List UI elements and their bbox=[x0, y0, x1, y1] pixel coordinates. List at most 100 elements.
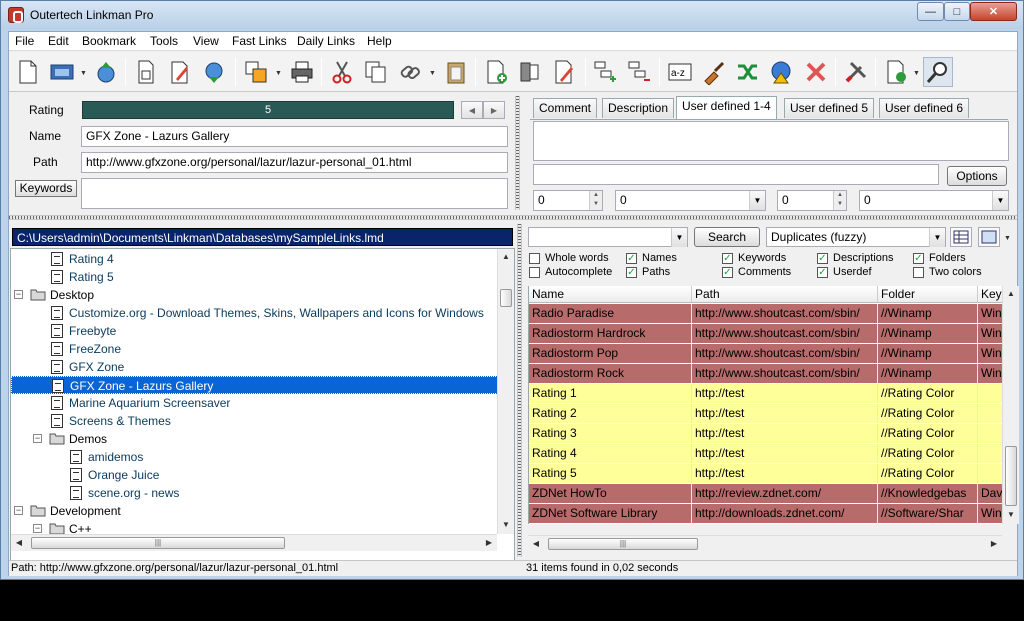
userdef-combo-1[interactable]: 0 ▼ bbox=[615, 190, 766, 211]
collapse-icon[interactable]: − bbox=[33, 434, 42, 443]
tools-icon[interactable] bbox=[841, 57, 871, 87]
tab-user-defined-1-4[interactable]: User defined 1-4 bbox=[676, 96, 777, 119]
table-row[interactable]: Radiostorm Hardrock http://www.shoutcast.… bbox=[529, 324, 1002, 344]
table-row[interactable]: Radiostorm Rock http://www.shoutcast.com/… bbox=[529, 364, 1002, 384]
vertical-splitter[interactable] bbox=[515, 96, 520, 210]
upload-icon[interactable] bbox=[91, 57, 121, 87]
options-button[interactable]: Options bbox=[947, 166, 1007, 186]
print-preview-icon[interactable] bbox=[131, 57, 161, 87]
new-file-icon[interactable] bbox=[13, 57, 43, 87]
minimize-button[interactable]: — bbox=[917, 2, 944, 21]
tab-description[interactable]: Description bbox=[602, 98, 675, 118]
remove-folder-icon[interactable] bbox=[625, 57, 655, 87]
maximize-button[interactable]: □ bbox=[944, 2, 970, 21]
add-folder-icon[interactable] bbox=[515, 57, 545, 87]
name-field[interactable]: GFX Zone - Lazurs Gallery bbox=[81, 126, 508, 147]
results-vertical-scrollbar[interactable]: ▲ ▼ bbox=[1002, 286, 1019, 524]
scrollbar-thumb[interactable] bbox=[1005, 446, 1017, 506]
results-table[interactable]: Name Path Folder Key Radio Paradise http:… bbox=[528, 286, 1002, 524]
grid-view-icon[interactable] bbox=[950, 227, 972, 247]
tree-item[interactable]: amidemos bbox=[70, 448, 143, 466]
results-horizontal-scrollbar[interactable]: ◀ ||| ▶ bbox=[528, 535, 1002, 552]
tree-item[interactable]: Freebyte bbox=[51, 322, 116, 340]
userdef-text-2[interactable] bbox=[533, 164, 939, 185]
edit-icon[interactable] bbox=[165, 57, 195, 87]
spin-arrows-icon[interactable]: ▲ ▼ bbox=[589, 191, 602, 210]
close-button[interactable]: ✕ bbox=[970, 2, 1017, 21]
userdef-text-1[interactable] bbox=[533, 121, 1009, 161]
tree-item[interactable]: FreeZone bbox=[51, 340, 121, 358]
table-row[interactable]: ZDNet HowTo http://review.zdnet.com///Kno… bbox=[529, 484, 1002, 504]
search-button[interactable]: Search bbox=[694, 227, 760, 247]
rating-decrease-button[interactable]: ◀ bbox=[461, 101, 483, 119]
view-dropdown-icon[interactable]: ▼ bbox=[1004, 235, 1011, 242]
menu-bookmark[interactable]: Bookmark bbox=[82, 34, 136, 48]
tree-item[interactable]: scene.org - news bbox=[70, 484, 179, 502]
table-row[interactable]: Rating 1 http://test//Rating Color bbox=[529, 384, 1002, 404]
tree-item[interactable]: Customize.org - Download Themes, Skins, … bbox=[51, 304, 484, 322]
chevron-down-icon[interactable]: ▼ bbox=[671, 228, 687, 247]
table-row[interactable]: Radiostorm Pop http://www.shoutcast.com/s… bbox=[529, 344, 1002, 364]
search-input[interactable]: ▼ bbox=[528, 227, 688, 247]
keywords-button[interactable]: Keywords bbox=[15, 180, 77, 197]
userdef-number-2[interactable]: 0 ▲ ▼ bbox=[777, 190, 847, 211]
menu-fast-links[interactable]: Fast Links bbox=[232, 34, 287, 48]
checkbox-box[interactable]: ✓ bbox=[722, 253, 733, 264]
scrollbar-thumb[interactable]: ||| bbox=[548, 538, 698, 550]
tree-item[interactable]: Marine Aquarium Screensaver bbox=[51, 394, 230, 412]
scroll-right-icon[interactable]: ▶ bbox=[481, 535, 497, 551]
vertical-splitter[interactable] bbox=[517, 224, 522, 557]
tree-item[interactable]: Orange Juice bbox=[70, 466, 159, 484]
menu-help[interactable]: Help bbox=[367, 34, 392, 48]
table-row[interactable]: Rating 3 http://test//Rating Color bbox=[529, 424, 1002, 444]
shuffle-icon[interactable] bbox=[733, 57, 763, 87]
table-row[interactable]: Rating 2 http://test//Rating Color bbox=[529, 404, 1002, 424]
collapse-icon[interactable]: − bbox=[14, 506, 23, 515]
download-icon[interactable] bbox=[199, 57, 229, 87]
list-view-icon[interactable] bbox=[978, 227, 1000, 247]
title-bar[interactable]: Outertech Linkman Pro — □ ✕ bbox=[1, 1, 1023, 29]
chevron-down-icon[interactable]: ▼ bbox=[749, 191, 765, 210]
column-header-folder[interactable]: Folder bbox=[878, 286, 978, 303]
open-dropdown-icon[interactable]: ▼ bbox=[80, 70, 87, 77]
rating-bar[interactable]: 5 bbox=[82, 101, 454, 119]
checkbox-box[interactable] bbox=[913, 267, 924, 278]
export-dropdown-icon[interactable]: ▼ bbox=[913, 70, 920, 77]
checkbox-box[interactable]: ✓ bbox=[722, 267, 733, 278]
path-field[interactable]: http://www.gfxzone.org/personal/lazur/la… bbox=[81, 152, 508, 173]
menu-tools[interactable]: Tools bbox=[150, 34, 178, 48]
horizontal-splitter[interactable] bbox=[9, 215, 1017, 220]
checkbox-box[interactable]: ✓ bbox=[817, 253, 828, 264]
table-row[interactable]: Rating 5 http://test//Rating Color bbox=[529, 464, 1002, 484]
copy-icon[interactable] bbox=[361, 57, 391, 87]
find-icon[interactable] bbox=[923, 57, 953, 87]
tree-horizontal-scrollbar[interactable]: ◀ ||| ▶ bbox=[11, 534, 497, 551]
tree-item-selected[interactable]: GFX Zone - Lazurs Gallery bbox=[11, 376, 498, 394]
table-row[interactable]: ZDNet Software Library http://downloads.z… bbox=[529, 504, 1002, 524]
link-icon[interactable] bbox=[395, 57, 425, 87]
menu-file[interactable]: File bbox=[15, 34, 34, 48]
check-links-icon[interactable] bbox=[767, 57, 797, 87]
scroll-right-icon[interactable]: ▶ bbox=[986, 536, 1002, 552]
checkbox-box[interactable]: ✓ bbox=[913, 253, 924, 264]
scroll-down-icon[interactable]: ▼ bbox=[1003, 507, 1019, 523]
cut-icon[interactable] bbox=[327, 57, 357, 87]
search-mode-select[interactable]: Duplicates (fuzzy) ▼ bbox=[766, 227, 946, 247]
checkbox-box[interactable]: ✓ bbox=[626, 267, 637, 278]
tab-user-defined-5[interactable]: User defined 5 bbox=[784, 98, 875, 118]
scroll-left-icon[interactable]: ◀ bbox=[11, 535, 27, 551]
column-header-path[interactable]: Path bbox=[692, 286, 878, 303]
column-header-key[interactable]: Key bbox=[978, 286, 1002, 303]
menu-view[interactable]: View bbox=[193, 34, 219, 48]
spin-arrows-icon[interactable]: ▲ ▼ bbox=[833, 191, 846, 210]
menu-edit[interactable]: Edit bbox=[48, 34, 69, 48]
tree-folder[interactable]: − Desktop bbox=[14, 286, 94, 304]
open-database-icon[interactable] bbox=[47, 57, 77, 87]
tree-folder[interactable]: − Demos bbox=[33, 430, 107, 448]
table-row[interactable]: Radio Paradise http://www.shoutcast.com/s… bbox=[529, 304, 1002, 324]
column-header-name[interactable]: Name bbox=[529, 286, 692, 303]
delete-icon[interactable] bbox=[801, 57, 831, 87]
tree-item[interactable]: Rating 4 bbox=[51, 250, 114, 268]
table-row[interactable]: Rating 4 http://test//Rating Color bbox=[529, 444, 1002, 464]
tree-item[interactable]: Rating 5 bbox=[51, 268, 114, 286]
